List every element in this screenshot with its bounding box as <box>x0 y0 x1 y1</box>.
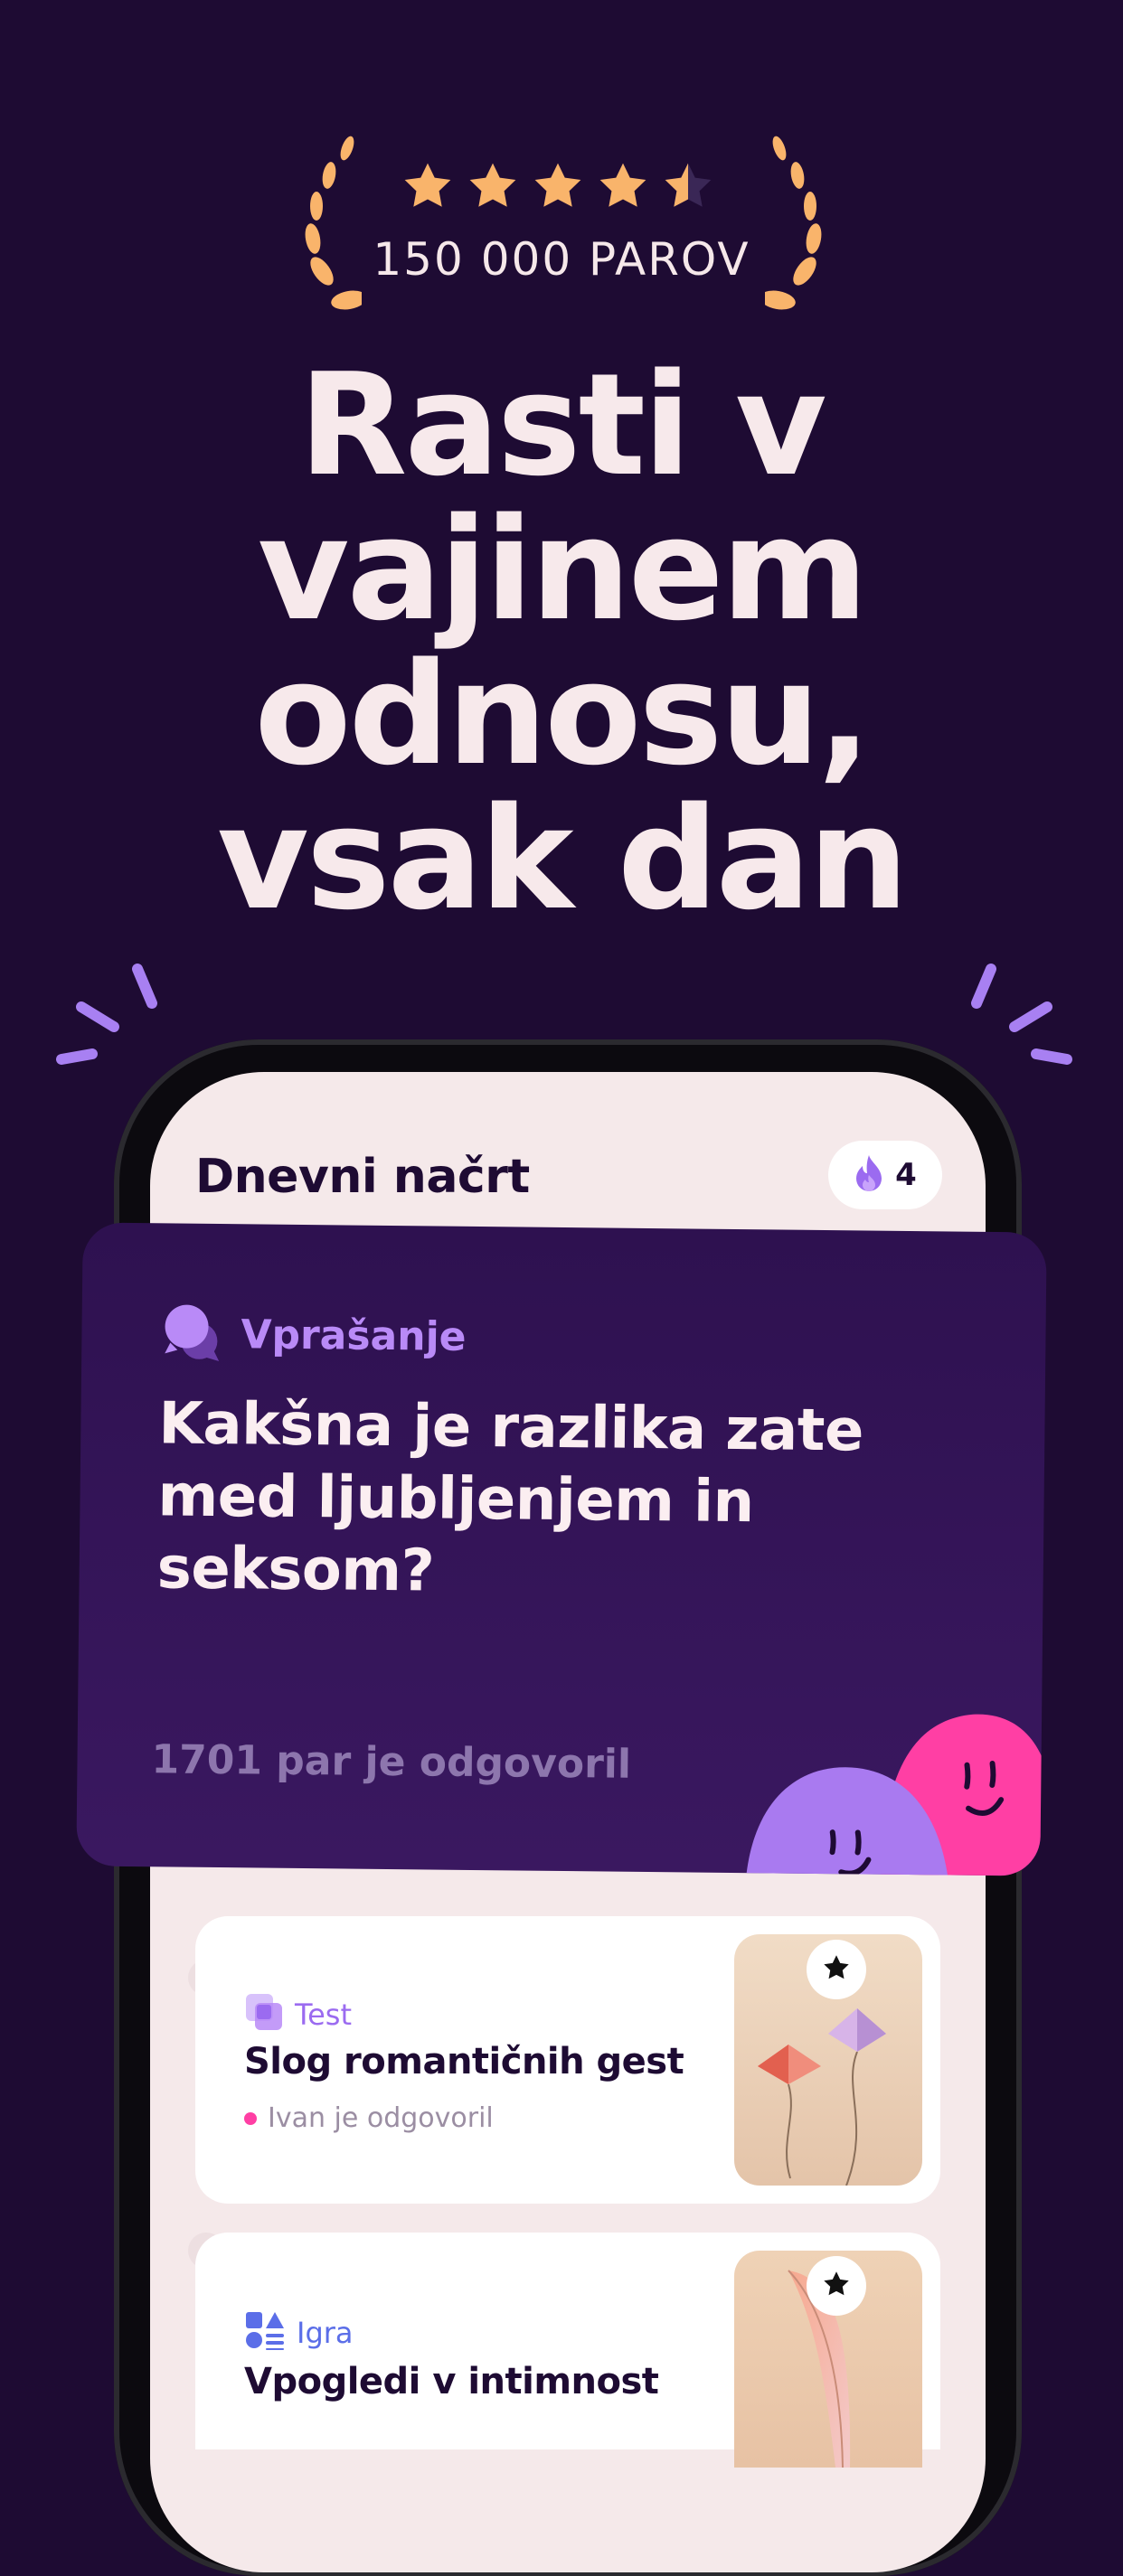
headline: Rasti v vajinem odnosu, vsak dan <box>217 343 909 941</box>
question-tag-label: Vprašanje <box>241 1312 467 1360</box>
star-icon <box>532 161 584 212</box>
screen-title: Dnevni načrt <box>195 1150 530 1204</box>
shapes-icon <box>244 2310 286 2355</box>
favorite-button[interactable] <box>807 2256 866 2316</box>
question-card[interactable]: Vprašanje Kakšna je razlika zate med lju… <box>76 1222 1047 1876</box>
activity-tag: Test <box>244 1992 352 2036</box>
activity-title: Vpogledi v intimnost <box>244 2361 659 2402</box>
laurel-left-icon <box>289 136 367 321</box>
activity-tag-label: Test <box>295 1997 353 2032</box>
question-text: Kakšna je razlika zate med ljubljenjem i… <box>156 1390 864 1605</box>
favorite-button[interactable] <box>807 1940 866 1999</box>
laurel-right-icon <box>760 136 837 321</box>
star-icon <box>597 161 649 212</box>
activity-card[interactable]: Test Slog romantičnih gest Ivan je odgov… <box>195 1916 940 2204</box>
star-icon <box>822 1954 851 1986</box>
activity-tag-label: Igra <box>297 2315 354 2350</box>
flame-icon <box>854 1153 884 1198</box>
star-icon <box>467 161 519 212</box>
activity-status: Ivan je odgovoril <box>244 2102 494 2134</box>
smiling-blobs-illustration <box>745 1654 1047 1876</box>
test-icon <box>244 1992 284 2036</box>
activity-status-label: Ivan je odgovoril <box>268 2102 494 2134</box>
streak-badge[interactable]: 4 <box>828 1141 942 1209</box>
chat-bubble-icon <box>161 1301 227 1368</box>
answered-count: 1701 par je odgovoril <box>151 1736 632 1788</box>
star-icon <box>822 2270 851 2302</box>
streak-count: 4 <box>895 1157 917 1193</box>
rating-label: 150 000 PAROV <box>373 233 750 286</box>
sparkle-left-icon <box>52 956 170 1069</box>
star-icon <box>401 161 454 212</box>
activity-tag: Igra <box>244 2310 354 2355</box>
status-dot <box>244 2111 257 2125</box>
half-star-icon <box>662 161 714 212</box>
question-tag: Vprašanje <box>161 1301 467 1370</box>
activity-card[interactable]: Igra Vpogledi v intimnost <box>195 2233 940 2468</box>
sparkle-right-icon <box>958 956 1076 1069</box>
rating-stars <box>401 161 722 212</box>
activity-title: Slog romantičnih gest <box>244 2041 684 2082</box>
